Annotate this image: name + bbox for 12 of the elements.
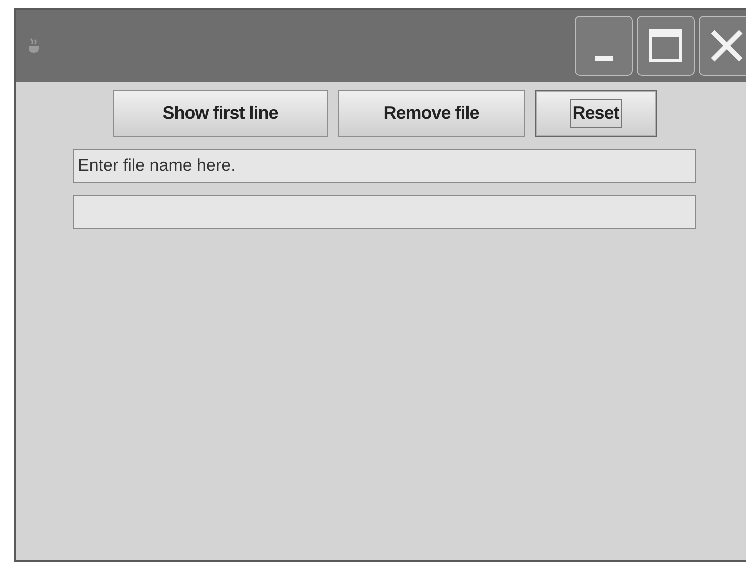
text-field[interactable] [73, 195, 696, 229]
minimize-icon [595, 56, 613, 61]
minimize-button[interactable] [575, 16, 633, 76]
cup-icon [28, 38, 40, 54]
maximize-icon [649, 29, 683, 63]
close-button[interactable] [699, 16, 746, 76]
close-icon [710, 29, 744, 63]
push-button[interactable]: Remove file [338, 90, 525, 137]
push-button[interactable]: Show first line [113, 90, 328, 137]
push-button[interactable]: Reset [535, 90, 657, 137]
maximize-button[interactable] [637, 16, 695, 76]
text-field[interactable]: Enter file name here. [73, 149, 696, 183]
